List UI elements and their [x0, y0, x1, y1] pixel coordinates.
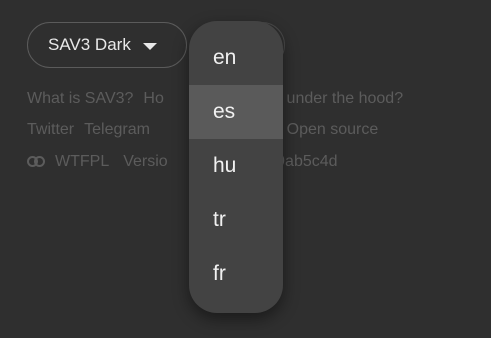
twitter-link[interactable]: Twitter [27, 121, 74, 139]
chevron-down-icon [142, 42, 157, 50]
language-option-en[interactable]: en [189, 31, 283, 85]
language-option-tr[interactable]: tr [189, 193, 283, 247]
license-link[interactable]: WTFPL [55, 153, 109, 171]
version-label: Versio [123, 153, 168, 170]
cc-license-icon [27, 154, 49, 170]
telegram-link[interactable]: Telegram [84, 121, 150, 139]
open-source-link[interactable]: Open source [287, 121, 379, 139]
language-option-es[interactable]: es [189, 85, 283, 139]
footer-info-row: WTFPL Versio ild 9ab5c4d [27, 153, 338, 171]
language-option-fr[interactable]: fr [189, 247, 283, 301]
what-is-link[interactable]: What is SAV3? [27, 90, 133, 108]
language-dropdown-menu: en es hu tr fr [189, 21, 283, 313]
language-option-hu[interactable]: hu [189, 139, 283, 193]
how-link-partial[interactable]: Ho [143, 90, 163, 108]
theme-label: SAV3 Dark [48, 35, 131, 54]
theme-selector-button[interactable]: SAV3 Dark [27, 22, 187, 68]
